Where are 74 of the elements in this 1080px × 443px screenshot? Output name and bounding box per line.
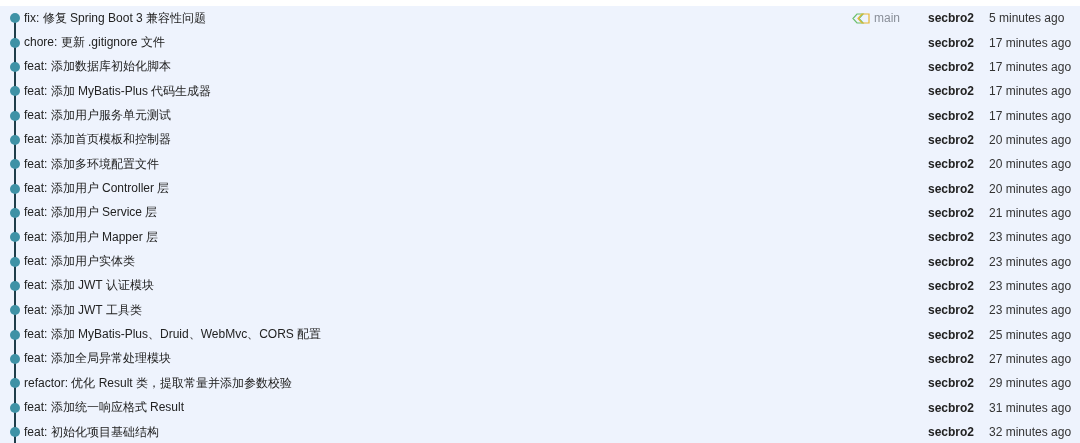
commit-node-icon xyxy=(10,378,20,389)
commit-message: feat: 添加 JWT 工具类 xyxy=(24,301,143,319)
commit-author: secbro2 xyxy=(926,132,974,147)
commit-time: 17 minutes ago xyxy=(988,59,1073,74)
commit-node-icon xyxy=(10,280,20,291)
commit-time: 20 minutes ago xyxy=(988,157,1073,172)
commit-message: fix: 修复 Spring Boot 3 兼容性问题 xyxy=(24,9,208,27)
commit-node-icon xyxy=(10,427,20,437)
commit-node-icon xyxy=(10,232,20,243)
commit-time: 17 minutes ago xyxy=(988,108,1073,123)
branch-label: main xyxy=(874,11,900,26)
commit-time: 29 minutes ago xyxy=(988,376,1073,391)
commit-message: feat: 添加用户 Service 层 xyxy=(24,204,159,222)
commit-time: 23 minutes ago xyxy=(988,254,1073,269)
commit-node-icon xyxy=(10,61,20,72)
commit-author: secbro2 xyxy=(926,278,974,293)
commit-node-icon xyxy=(10,110,20,121)
commit-author: secbro2 xyxy=(926,11,974,26)
commit-time: 31 minutes ago xyxy=(988,400,1073,415)
commit-author: secbro2 xyxy=(926,108,974,123)
commit-time: 23 minutes ago xyxy=(988,303,1073,318)
commit-message: feat: 添加全局异常处理模块 xyxy=(24,350,172,368)
commit-time: 23 minutes ago xyxy=(988,278,1073,293)
commit-author: secbro2 xyxy=(926,59,974,74)
commit-author: secbro2 xyxy=(926,303,974,318)
commit-time: 5 minutes ago xyxy=(988,11,1066,26)
commit-node-icon xyxy=(10,256,20,267)
commit-message: chore: 更新 .gitignore 文件 xyxy=(24,34,166,51)
commit-author: secbro2 xyxy=(926,230,974,245)
commit-author: secbro2 xyxy=(926,400,974,415)
commit-time: 27 minutes ago xyxy=(988,352,1073,366)
commit-author: secbro2 xyxy=(926,376,974,391)
commit-time: 17 minutes ago xyxy=(988,35,1073,50)
commit-node-icon xyxy=(10,354,20,364)
commit-message: feat: 添加用户 Controller 层 xyxy=(24,180,171,198)
commit-time: 23 minutes ago xyxy=(988,230,1073,245)
commit-node-icon xyxy=(10,37,20,48)
commit-node-icon xyxy=(10,183,20,194)
commit-message: feat: 添加用户 Mapper 层 xyxy=(24,228,160,246)
commit-node-icon xyxy=(10,13,20,24)
commit-node-icon xyxy=(10,402,20,413)
commit-message: feat: 添加 MyBatis-Plus 代码生成器 xyxy=(24,82,213,100)
commit-author: secbro2 xyxy=(926,35,974,50)
commit-node-icon xyxy=(10,329,20,340)
commit-author: secbro2 xyxy=(926,181,974,196)
commit-node-icon xyxy=(10,305,20,316)
commit-node-icon xyxy=(10,159,20,170)
commit-time: 32 minutes ago xyxy=(988,425,1073,439)
commit-message: refactor: 优化 Result 类，提取常量并添加参数校验 xyxy=(24,374,294,392)
commit-author: secbro2 xyxy=(926,205,974,220)
commit-author: secbro2 xyxy=(926,425,974,439)
commit-message: feat: 添加数据库初始化脚本 xyxy=(24,58,172,76)
commit-message: feat: 添加 MyBatis-Plus、Druid、WebMvc、CORS 配置 xyxy=(24,326,323,344)
commit-message: feat: 添加首页模板和控制器 xyxy=(24,131,172,149)
commit-author: secbro2 xyxy=(926,157,974,172)
commit-message: feat: 初始化项目基础结构 xyxy=(24,423,160,441)
commit-author: secbro2 xyxy=(926,84,974,99)
commit-message: feat: 添加多环境配置文件 xyxy=(24,155,160,173)
commit-node-icon xyxy=(10,134,20,145)
commit-message: feat: 添加统一响应格式 Result xyxy=(24,399,186,417)
commit-message: feat: 添加用户实体类 xyxy=(24,253,136,271)
commit-time: 17 minutes ago xyxy=(988,84,1073,99)
commit-node-icon xyxy=(10,86,20,97)
commit-time: 21 minutes ago xyxy=(988,205,1073,220)
commit-author: secbro2 xyxy=(926,327,974,342)
commit-author: secbro2 xyxy=(926,254,974,269)
commit-message: feat: 添加用户服务单元测试 xyxy=(24,107,172,125)
commit-time: 20 minutes ago xyxy=(988,181,1073,196)
commit-message: feat: 添加 JWT 认证模块 xyxy=(24,277,155,295)
commit-node-icon xyxy=(10,207,20,218)
commit-time: 25 minutes ago xyxy=(988,327,1073,342)
tag-icon xyxy=(852,11,871,25)
commit-time: 20 minutes ago xyxy=(988,132,1073,147)
commit-author: secbro2 xyxy=(926,352,974,366)
